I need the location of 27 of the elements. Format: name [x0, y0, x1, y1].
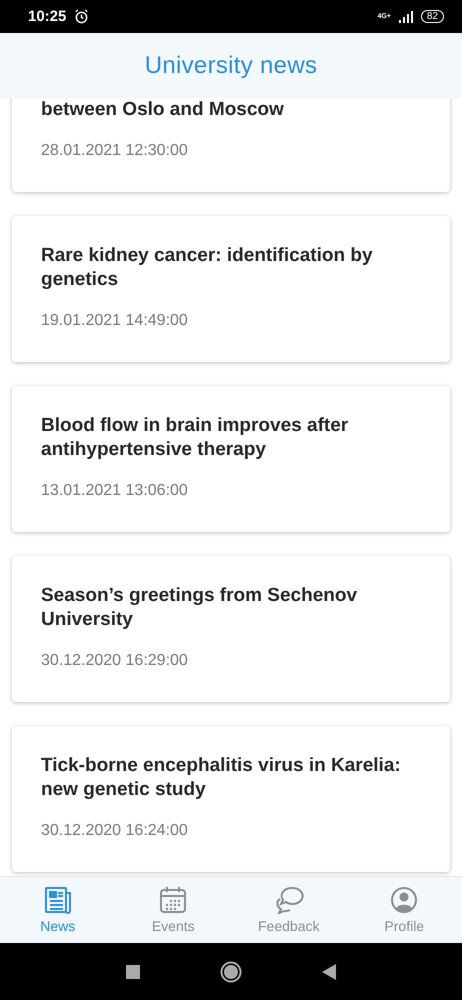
alarm-icon — [74, 9, 90, 24]
calendar-icon — [159, 886, 188, 914]
news-date: 19.01.2021 14:49:00 — [41, 311, 189, 331]
news-date: 30.12.2020 16:24:00 — [41, 821, 189, 841]
chat-bubbles-icon — [274, 886, 304, 914]
user-circle-icon — [390, 886, 418, 914]
news-title: Tick-borne encephalitis virus in Karelia: new genetic study — [41, 754, 402, 802]
news-title: Blood flow in brain improves after antihypertensive therapy — [41, 414, 350, 462]
news-date: 28.01.2021 12:30:00 — [41, 141, 189, 161]
news-title: between Oslo and Moscow — [41, 98, 285, 122]
news-card[interactable]: Blood flow in brain improves after antihypertensive therapy 13.01.2021 13:06:00 — [12, 386, 450, 532]
news-card[interactable]: Tick-borne encephalitis virus in Karelia: new genetic study 30.12.2020 16:24:00 — [12, 726, 450, 872]
newspaper-icon — [44, 886, 72, 914]
home-circle-icon[interactable] — [220, 960, 242, 982]
news-card[interactable]: Rare kidney cancer: identification by genetics 19.01.2021 14:49:00 — [12, 216, 450, 362]
news-card[interactable]: Season’s greetings from Sechenov University 30.12.2020 16:29:00 — [12, 556, 450, 702]
clock-time: 10:25 — [28, 8, 66, 25]
news-title: Rare kidney cancer: identification by genetics — [41, 244, 374, 292]
signal-icon — [398, 10, 413, 22]
news-date: 13.01.2021 13:06:00 — [41, 481, 189, 501]
screen-title: University news — [144, 52, 318, 80]
battery-level: 82 — [420, 10, 444, 23]
news-title: Season’s greetings from Sechenov University — [41, 584, 358, 632]
news-date: 30.12.2020 16:29:00 — [41, 651, 189, 671]
square-icon[interactable] — [126, 964, 140, 978]
news-card[interactable]: between Oslo and Moscow 28.01.2021 12:30:00 — [12, 98, 450, 192]
back-triangle-icon[interactable] — [322, 964, 336, 980]
